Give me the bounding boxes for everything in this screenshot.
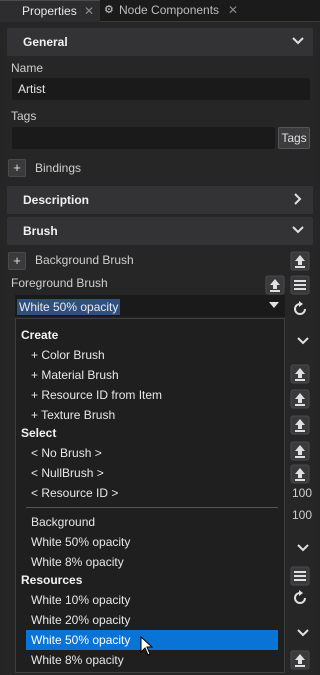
dropdown-header-select: Select: [21, 426, 57, 440]
section-general[interactable]: General: [7, 28, 313, 56]
plus-icon: +: [13, 253, 21, 268]
list-icon[interactable]: [290, 566, 310, 586]
section-description[interactable]: Description: [7, 186, 313, 214]
upload-icon[interactable]: [290, 389, 310, 409]
section-general-title: General: [23, 35, 68, 49]
tab-properties[interactable]: Properties ✕: [0, 0, 100, 22]
chevron-down-icon: [292, 37, 304, 45]
add-binding-button[interactable]: +: [8, 159, 26, 177]
dropdown-item[interactable]: + Texture Brush: [16, 405, 284, 425]
tags-field[interactable]: [12, 127, 275, 149]
upload-icon[interactable]: [290, 441, 310, 461]
cursor-icon: [140, 636, 154, 656]
dropdown-item[interactable]: < NullBrush >: [16, 463, 284, 483]
dropdown-divider: [26, 507, 278, 508]
tags-button[interactable]: Tags: [278, 127, 310, 149]
dropdown-item[interactable]: White 8% opacity: [16, 552, 284, 572]
list-icon[interactable]: [290, 275, 310, 295]
chevron-down-icon[interactable]: [296, 334, 310, 348]
dropdown-item[interactable]: White 20% opacity: [16, 610, 284, 630]
dropdown-item[interactable]: < Resource ID >: [16, 483, 284, 503]
chevron-down-icon[interactable]: [296, 541, 310, 555]
name-field[interactable]: Artist: [12, 78, 310, 100]
name-label: Name: [11, 61, 44, 75]
chevron-down-icon[interactable]: [296, 626, 310, 640]
dropdown-item[interactable]: White 10% opacity: [16, 590, 284, 610]
chevron-down-icon[interactable]: [269, 302, 279, 308]
tab-node-components[interactable]: ⚙ Node Components ✕: [102, 0, 252, 22]
tab-bar: Properties ✕ ⚙ Node Components ✕: [0, 0, 320, 22]
close-icon[interactable]: ✕: [84, 1, 94, 22]
upload-icon[interactable]: [290, 415, 310, 435]
close-icon[interactable]: ✕: [228, 0, 238, 21]
tab-node-components-label: Node Components: [119, 3, 220, 17]
dropdown-item[interactable]: + Resource ID from Item: [16, 385, 284, 405]
value-readout: 100: [292, 486, 313, 500]
add-background-brush-button[interactable]: +: [8, 252, 26, 270]
upload-icon[interactable]: [290, 251, 310, 271]
dropdown-header-create: Create: [21, 328, 59, 342]
plus-icon: +: [13, 160, 21, 175]
foreground-brush-label: Foreground Brush: [11, 276, 108, 290]
brush-dropdown: Create + Color Brush + Material Brush + …: [15, 318, 285, 673]
dropdown-item[interactable]: White 50% opacity: [16, 532, 284, 552]
chevron-down-icon: [292, 226, 304, 234]
section-brush-title: Brush: [23, 224, 58, 238]
dropdown-item[interactable]: + Material Brush: [16, 365, 284, 385]
section-brush[interactable]: Brush: [7, 217, 313, 245]
foreground-brush-value: White 50% opacity: [17, 299, 121, 315]
dropdown-item[interactable]: Background: [16, 512, 284, 532]
section-description-title: Description: [23, 193, 90, 207]
upload-icon[interactable]: [290, 364, 310, 384]
node-components-icon: ⚙: [104, 4, 114, 16]
tab-properties-label: Properties: [22, 4, 77, 18]
tags-label: Tags: [11, 109, 37, 123]
chevron-right-icon: [294, 193, 302, 205]
bindings-label: Bindings: [35, 161, 82, 175]
dropdown-header-resources: Resources: [21, 573, 83, 587]
value-readout: 100: [292, 508, 313, 522]
dropdown-item[interactable]: + Color Brush: [16, 345, 284, 365]
reset-icon[interactable]: [290, 588, 310, 608]
dropdown-item[interactable]: < No Brush >: [16, 443, 284, 463]
reset-icon[interactable]: [290, 299, 310, 319]
upload-icon[interactable]: [290, 464, 310, 484]
upload-icon[interactable]: [290, 650, 310, 670]
background-brush-label: Background Brush: [35, 253, 134, 267]
upload-icon[interactable]: [265, 275, 285, 295]
